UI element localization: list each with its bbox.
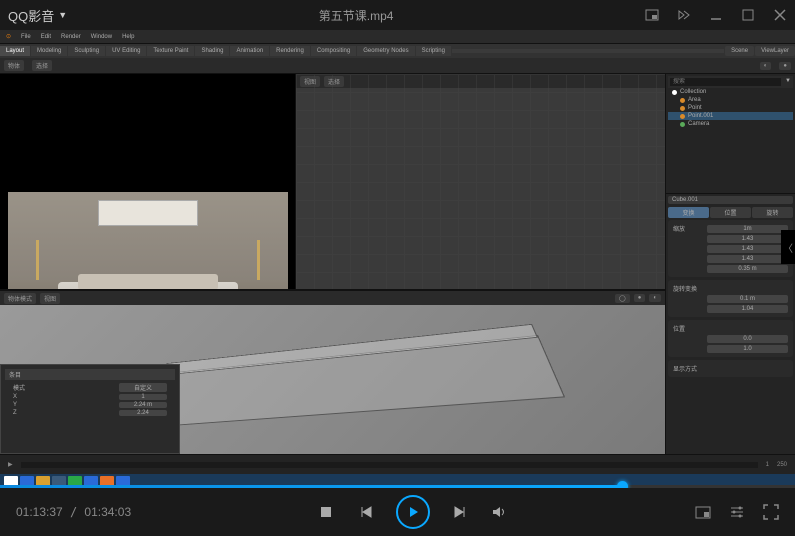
prev-button[interactable] (356, 502, 376, 522)
section3-label: 位置 (671, 323, 790, 334)
vp-view[interactable]: 视图 (40, 293, 60, 304)
time-display: 01:13:37 / 01:34:03 (16, 505, 131, 519)
menu-help[interactable]: Help (120, 34, 136, 40)
rot-1[interactable]: 0.1 m (707, 295, 788, 303)
btn-loc[interactable]: 位置 (710, 207, 751, 218)
menu-render[interactable]: Render (59, 34, 83, 40)
side-toggle[interactable]: 〈 (781, 230, 795, 264)
chevron-down-icon: ▼ (58, 10, 67, 20)
item-y[interactable]: 2.24 m (119, 402, 167, 408)
outliner-item[interactable]: Point (668, 104, 793, 112)
video-title: 第五节课.mp4 (67, 7, 645, 24)
shading-wire-icon[interactable]: ◯ (615, 294, 630, 303)
viewport-top-right[interactable]: 视图 选择 (295, 74, 665, 289)
section4-label: 显示方式 (671, 363, 790, 374)
blender-menubar: ⊙ File Edit Render Window Help (0, 30, 795, 44)
reference-image-panel (0, 74, 295, 289)
tab-geonodes[interactable]: Geometry Nodes (357, 46, 414, 56)
tab-uv[interactable]: UV Editing (106, 46, 146, 56)
menu-edit[interactable]: Edit (39, 34, 53, 40)
app-name[interactable]: QQ影音 ▼ (8, 6, 67, 25)
outliner-item[interactable]: Point.001 (668, 112, 793, 120)
properties-panel: Cube.001 变换 位置 旋转 缩放1m 1.43 1.43 1.43 0.… (666, 194, 795, 454)
outliner: ▼ Collection Area Point Point.001 Camera (666, 74, 795, 194)
current-time: 01:13:37 (16, 505, 63, 519)
scale-x[interactable]: 1m (707, 225, 788, 233)
play-button[interactable] (396, 495, 430, 529)
filter-icon[interactable]: ▼ (785, 78, 791, 86)
section2-label: 旋转变换 (671, 283, 790, 294)
shading-btn[interactable]: ◐ (760, 62, 772, 70)
rot-2[interactable]: 1.04 (707, 305, 788, 313)
shading-btn2[interactable]: ● (779, 62, 791, 70)
outliner-item[interactable]: Area (668, 96, 793, 104)
scale-y[interactable]: 1.43 (707, 235, 788, 243)
close-icon[interactable] (773, 8, 787, 22)
settings-icon[interactable] (729, 504, 745, 520)
tab-animation[interactable]: Animation (230, 46, 269, 56)
outliner-item[interactable]: Camera (668, 120, 793, 128)
scale-z[interactable]: 1.43 (707, 245, 788, 253)
video-area[interactable]: ⊙ File Edit Render Window Help Layout Mo… (0, 30, 795, 488)
item-x[interactable]: 1 (119, 394, 167, 400)
item-mode[interactable]: 自定义 (119, 383, 167, 392)
btn-transform[interactable]: 变换 (668, 207, 709, 218)
scale-dist[interactable]: 0.35 m (707, 265, 788, 273)
tab-compositing[interactable]: Compositing (311, 46, 356, 56)
tab-shading[interactable]: Shading (195, 46, 229, 56)
menu-window[interactable]: Window (89, 34, 114, 40)
tab-modeling[interactable]: Modeling (31, 46, 67, 56)
viewlayer-selector[interactable]: ViewLayer (755, 46, 795, 56)
mode-selector[interactable]: 物体 (4, 60, 24, 71)
pos-2[interactable]: 1.0 (707, 345, 788, 353)
pos-1[interactable]: 0.0 (707, 335, 788, 343)
viewport-main[interactable]: 物体模式 视图 ◯ ● ◐ 条目 模式 自定义 (0, 291, 665, 454)
tab-scripting[interactable]: Scripting (416, 46, 451, 56)
pip-icon[interactable] (645, 8, 659, 22)
scale-w[interactable]: 1.43 (707, 255, 788, 263)
minimize-icon[interactable] (709, 8, 723, 22)
fullscreen-icon[interactable] (763, 504, 779, 520)
workspace-tabs: Layout Modeling Sculpting UV Editing Tex… (0, 44, 795, 58)
prop-object-name[interactable]: Cube.001 (668, 196, 793, 204)
speed-icon[interactable] (677, 8, 691, 22)
vp-mode2[interactable]: 物体模式 (4, 293, 36, 304)
item-panel-title: 条目 (9, 373, 21, 379)
tab-rendering[interactable]: Rendering (270, 46, 310, 56)
timeline-play-icon[interactable]: ▶ (8, 461, 13, 468)
outliner-search[interactable] (670, 78, 781, 86)
volume-button[interactable] (490, 502, 510, 522)
blender-logo-icon: ⊙ (4, 33, 13, 40)
snapshot-icon[interactable] (695, 504, 711, 520)
stop-button[interactable] (316, 502, 336, 522)
btn-rot[interactable]: 旋转 (752, 207, 793, 218)
scene-selector[interactable]: Scene (725, 46, 754, 56)
next-button[interactable] (450, 502, 470, 522)
blender-timeline[interactable]: ▶ 1250 (0, 454, 795, 474)
tab-sculpting[interactable]: Sculpting (68, 46, 105, 56)
viewport-toolbar: 物体 选择 ◐ ● (0, 58, 795, 74)
tab-layout[interactable]: Layout (0, 46, 30, 56)
shading-solid-icon[interactable]: ● (634, 294, 646, 302)
item-panel: 条目 模式自定义 X1 Y2.24 m Z2.24 (0, 364, 180, 454)
menu-file[interactable]: File (19, 34, 33, 40)
app-name-text: QQ影音 (8, 6, 54, 25)
total-time: 01:34:03 (84, 505, 131, 519)
item-mode-label: 模式 (13, 383, 25, 392)
tab-texture[interactable]: Texture Paint (147, 46, 194, 56)
shading-mat-icon[interactable]: ◐ (649, 294, 661, 302)
outliner-collection[interactable]: Collection (668, 88, 793, 96)
select-menu[interactable]: 选择 (32, 60, 52, 71)
maximize-icon[interactable] (741, 8, 755, 22)
item-z[interactable]: 2.24 (119, 410, 167, 416)
